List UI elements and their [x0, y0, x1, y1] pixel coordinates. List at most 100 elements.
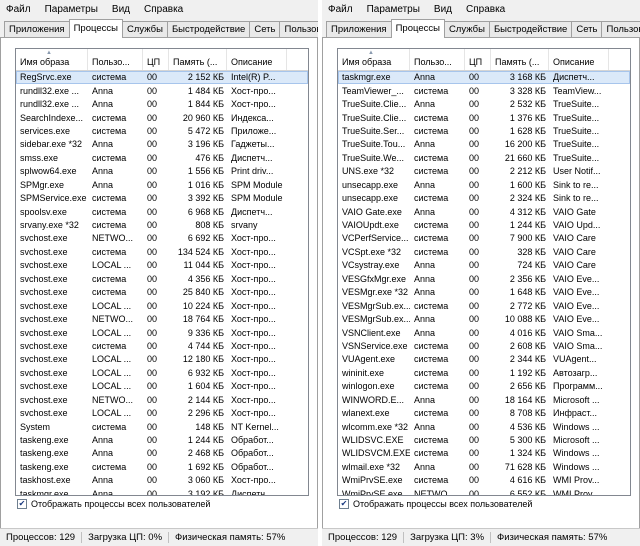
table-row[interactable]: SPMgr.exe Anna 00 1 016 КБ SPM Module — [16, 179, 308, 192]
table-row[interactable]: WLIDSVC.EXE система 00 5 300 КБ Microsoft ..… — [338, 434, 630, 447]
table-row[interactable]: wlmail.exe *32 Anna 00 71 628 КБ Windows ... — [338, 461, 630, 474]
table-row[interactable]: taskhost.exe Anna 00 3 060 КБ Хост-про... — [16, 474, 308, 487]
table-row[interactable]: WmiPrvSE.exe система 00 4 616 КБ WMI Prov... — [338, 474, 630, 487]
table-row[interactable]: wlanext.exe система 00 8 708 КБ Инфраст... — [338, 407, 630, 420]
table-row[interactable]: svchost.exe LOCAL ... 00 10 224 КБ Хост-про.… — [16, 299, 308, 312]
table-row[interactable]: VCPerfService... система 00 7 900 КБ VAIO Ca… — [338, 232, 630, 245]
column-memory[interactable]: Память (... — [169, 49, 227, 70]
checkbox-checked-icon[interactable]: ✔ — [17, 499, 27, 509]
tab-processes[interactable]: Процессы — [390, 19, 445, 38]
table-row[interactable]: smss.exe система 00 476 КБ Диспетч... — [16, 152, 308, 165]
table-row[interactable]: svchost.exe LOCAL ... 00 12 180 КБ Хост-про.… — [16, 353, 308, 366]
table-row[interactable]: WINWORD.E... Anna 00 18 164 КБ Microsoft ... — [338, 394, 630, 407]
table-row[interactable]: System система 00 148 КБ NT Kernel... — [16, 420, 308, 433]
table-row[interactable]: VSNService.exe система 00 2 608 КБ VAIO Sma.… — [338, 340, 630, 353]
table-row[interactable]: VESMgrSub.ex... система 00 2 772 КБ VAIO Eve… — [338, 299, 630, 312]
table-row[interactable]: svchost.exe система 00 4 356 КБ Хост-про... — [16, 273, 308, 286]
tab-services[interactable]: Службы — [443, 21, 490, 37]
column-user[interactable]: Пользо... — [410, 49, 465, 70]
table-row[interactable]: spoolsv.exe система 00 6 968 КБ Диспетч... — [16, 205, 308, 218]
table-row[interactable]: VAIOUpdt.exe система 00 1 244 КБ VAIO Upd... — [338, 219, 630, 232]
menu-help[interactable]: Справка — [142, 3, 185, 16]
table-row[interactable]: UNS.exe *32 система 00 2 212 КБ User Notif..… — [338, 165, 630, 178]
column-memory[interactable]: Память (... — [491, 49, 549, 70]
tab-applications[interactable]: Приложения — [4, 21, 70, 37]
menu-view[interactable]: Вид — [432, 3, 454, 16]
table-row[interactable]: VESMgr.exe *32 Anna 00 1 648 КБ VAIO Eve... — [338, 286, 630, 299]
table-row[interactable]: SearchIndexe... система 00 20 960 КБ Индекса… — [16, 111, 308, 124]
table-row[interactable]: taskmgr.exe Anna 00 3 168 КБ Диспетч... — [338, 71, 630, 85]
table-row[interactable]: svchost.exe LOCAL ... 00 11 044 КБ Хост-про.… — [16, 259, 308, 272]
tab-services[interactable]: Службы — [121, 21, 168, 37]
table-row[interactable]: VUAgent.exe система 00 2 344 КБ VUAgent... — [338, 353, 630, 366]
tab-users[interactable]: Пользователи — [601, 21, 640, 37]
table-row[interactable]: VESGfxMgr.exe Anna 00 2 356 КБ VAIO Eve... — [338, 273, 630, 286]
table-row[interactable]: rundll32.exe ... Anna 00 1 484 КБ Хост-про..… — [16, 84, 308, 97]
table-row[interactable]: taskeng.exe Anna 00 1 244 КБ Обработ... — [16, 434, 308, 447]
table-row[interactable]: unsecapp.exe Anna 00 1 600 КБ Sink to re... — [338, 179, 630, 192]
table-row[interactable]: WmiPrvSE.exe NETWO... 00 6 552 КБ WMI Prov..… — [338, 488, 630, 495]
table-row[interactable]: VAIO Gate.exe Anna 00 4 312 КБ VAIO Gate — [338, 205, 630, 218]
tab-performance[interactable]: Быстродействие — [166, 21, 251, 37]
show-all-users-option[interactable]: ✔ Отображать процессы всех пользователей — [17, 496, 210, 512]
table-row[interactable]: svchost.exe система 00 4 744 КБ Хост-про... — [16, 340, 308, 353]
table-row[interactable]: TrueSuite.Clie... Anna 00 2 532 КБ TrueSuite… — [338, 98, 630, 111]
process-table[interactable]: ▲ Имя образа Пользо... ЦП Память (... Опи… — [337, 48, 631, 496]
tab-performance[interactable]: Быстродействие — [488, 21, 573, 37]
table-row[interactable]: svchost.exe NETWO... 00 2 144 КБ Хост-про... — [16, 394, 308, 407]
column-user[interactable]: Пользо... — [88, 49, 143, 70]
table-row[interactable]: winlogon.exe система 00 2 656 КБ Программ... — [338, 380, 630, 393]
menu-options[interactable]: Параметры — [365, 3, 422, 16]
table-row[interactable]: svchost.exe система 00 134 524 КБ Хост-про..… — [16, 246, 308, 259]
show-all-users-option[interactable]: ✔ Отображать процессы всех пользователей — [339, 496, 532, 512]
table-row[interactable]: VSNClient.exe Anna 00 4 016 КБ VAIO Sma... — [338, 326, 630, 339]
tab-users[interactable]: Пользователи — [279, 21, 318, 37]
table-row[interactable]: TrueSuite.Tou... Anna 00 16 200 КБ TrueSuite… — [338, 138, 630, 151]
table-row[interactable]: sidebar.exe *32 Anna 00 3 196 КБ Гаджеты... — [16, 138, 308, 151]
table-row[interactable]: taskeng.exe система 00 1 692 КБ Обработ... — [16, 461, 308, 474]
tab-processes[interactable]: Процессы — [68, 19, 123, 38]
table-row[interactable]: splwow64.exe Anna 00 1 556 КБ Print driv... — [16, 165, 308, 178]
menu-file[interactable]: Файл — [4, 3, 33, 16]
table-row[interactable]: VCSpt.exe *32 система 00 328 КБ VAIO Care — [338, 246, 630, 259]
column-cpu[interactable]: ЦП — [143, 49, 169, 70]
table-row[interactable]: svchost.exe LOCAL ... 00 6 932 КБ Хост-про..… — [16, 367, 308, 380]
table-row[interactable]: TrueSuite.Ser... система 00 1 628 КБ TrueSui… — [338, 125, 630, 138]
table-row[interactable]: unsecapp.exe система 00 2 324 КБ Sink to re.… — [338, 192, 630, 205]
column-image-name[interactable]: ▲ Имя образа — [16, 49, 88, 70]
table-row[interactable]: taskmgr.exe Anna 00 3 192 КБ Диспетч... — [16, 488, 308, 495]
table-row[interactable]: TrueSuite.Clie... система 00 1 376 КБ TrueSu… — [338, 111, 630, 124]
table-row[interactable]: svchost.exe система 00 25 840 КБ Хост-про... — [16, 286, 308, 299]
tab-network[interactable]: Сеть — [249, 21, 281, 37]
table-row[interactable]: srvany.exe *32 система 00 808 КБ srvany — [16, 219, 308, 232]
process-table[interactable]: ▲ Имя образа Пользо... ЦП Память (... Опи… — [15, 48, 309, 496]
table-row[interactable]: svchost.exe NETWO... 00 6 692 КБ Хост-про... — [16, 232, 308, 245]
table-row[interactable]: WLIDSVCM.EXE система 00 1 324 КБ Windows ... — [338, 447, 630, 460]
column-cpu[interactable]: ЦП — [465, 49, 491, 70]
menu-help[interactable]: Справка — [464, 3, 507, 16]
column-description[interactable]: Описание — [227, 49, 287, 70]
tab-network[interactable]: Сеть — [571, 21, 603, 37]
table-row[interactable]: wininit.exe система 00 1 192 КБ Автозагр... — [338, 367, 630, 380]
table-row[interactable]: wlcomm.exe *32 Anna 00 4 536 КБ Windows ... — [338, 420, 630, 433]
table-row[interactable]: svchost.exe LOCAL ... 00 9 336 КБ Хост-про..… — [16, 326, 308, 339]
column-description[interactable]: Описание — [549, 49, 609, 70]
table-row[interactable]: TrueSuite.We... система 00 21 660 КБ TrueSui… — [338, 152, 630, 165]
table-row[interactable]: svchost.exe NETWO... 00 18 764 КБ Хост-про..… — [16, 313, 308, 326]
table-row[interactable]: taskeng.exe Anna 00 2 468 КБ Обработ... — [16, 447, 308, 460]
table-row[interactable]: svchost.exe LOCAL ... 00 1 604 КБ Хост-про..… — [16, 380, 308, 393]
table-row[interactable]: rundll32.exe ... Anna 00 1 844 КБ Хост-про..… — [16, 98, 308, 111]
menu-view[interactable]: Вид — [110, 3, 132, 16]
table-row[interactable]: services.exe система 00 5 472 КБ Приложе... — [16, 125, 308, 138]
checkbox-checked-icon[interactable]: ✔ — [339, 499, 349, 509]
table-row[interactable]: VCsystray.exe Anna 00 724 КБ VAIO Care — [338, 259, 630, 272]
column-image-name[interactable]: ▲ Имя образа — [338, 49, 410, 70]
table-row[interactable]: SPMService.exe система 00 3 392 КБ SPM Modul… — [16, 192, 308, 205]
menu-options[interactable]: Параметры — [43, 3, 100, 16]
menu-file[interactable]: Файл — [326, 3, 355, 16]
table-row[interactable]: RegSrvc.exe система 00 2 152 КБ Intel(R) P..… — [16, 71, 308, 85]
table-row[interactable]: TeamViewer_... система 00 3 328 КБ TeamView.… — [338, 84, 630, 97]
tab-applications[interactable]: Приложения — [326, 21, 392, 37]
table-row[interactable]: VESMgrSub.ex... Anna 00 10 088 КБ VAIO Eve..… — [338, 313, 630, 326]
table-row[interactable]: svchost.exe LOCAL ... 00 2 296 КБ Хост-про..… — [16, 407, 308, 420]
